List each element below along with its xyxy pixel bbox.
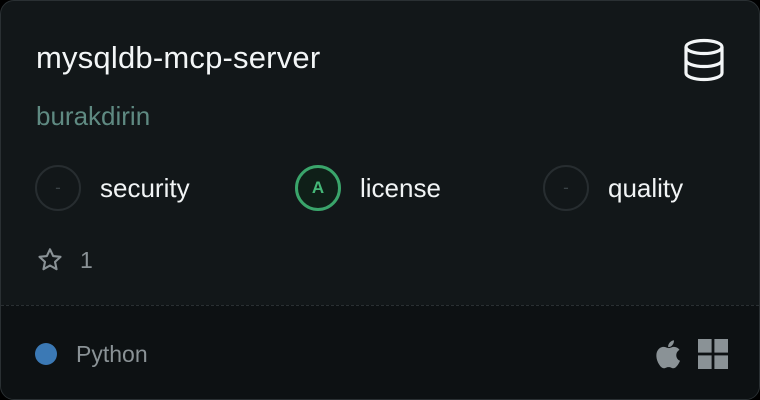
security-label: security bbox=[100, 172, 190, 203]
quality-label: quality bbox=[608, 172, 684, 203]
star-count-value: 1 bbox=[80, 246, 93, 273]
star-outline-icon bbox=[38, 248, 62, 271]
security-badge[interactable]: - security bbox=[35, 165, 190, 211]
card-footer: Python bbox=[1, 305, 759, 399]
windows-icon bbox=[698, 339, 728, 369]
quality-grade: - bbox=[543, 165, 589, 211]
apple-icon bbox=[656, 340, 681, 369]
author-link[interactable]: burakdirin bbox=[36, 99, 150, 133]
license-grade: A bbox=[295, 165, 341, 211]
security-grade: - bbox=[35, 165, 81, 211]
server-card[interactable]: mysqldb-mcp-server burakdirin - security… bbox=[0, 0, 760, 400]
license-badge[interactable]: A license bbox=[295, 165, 441, 211]
card-title[interactable]: mysqldb-mcp-server bbox=[36, 38, 320, 78]
language-color-dot bbox=[35, 343, 57, 365]
language-label: Python bbox=[76, 341, 148, 367]
quality-badge[interactable]: - quality bbox=[543, 165, 683, 211]
database-icon bbox=[684, 38, 724, 82]
license-label: license bbox=[360, 172, 441, 203]
star-count[interactable]: 1 bbox=[36, 245, 93, 275]
